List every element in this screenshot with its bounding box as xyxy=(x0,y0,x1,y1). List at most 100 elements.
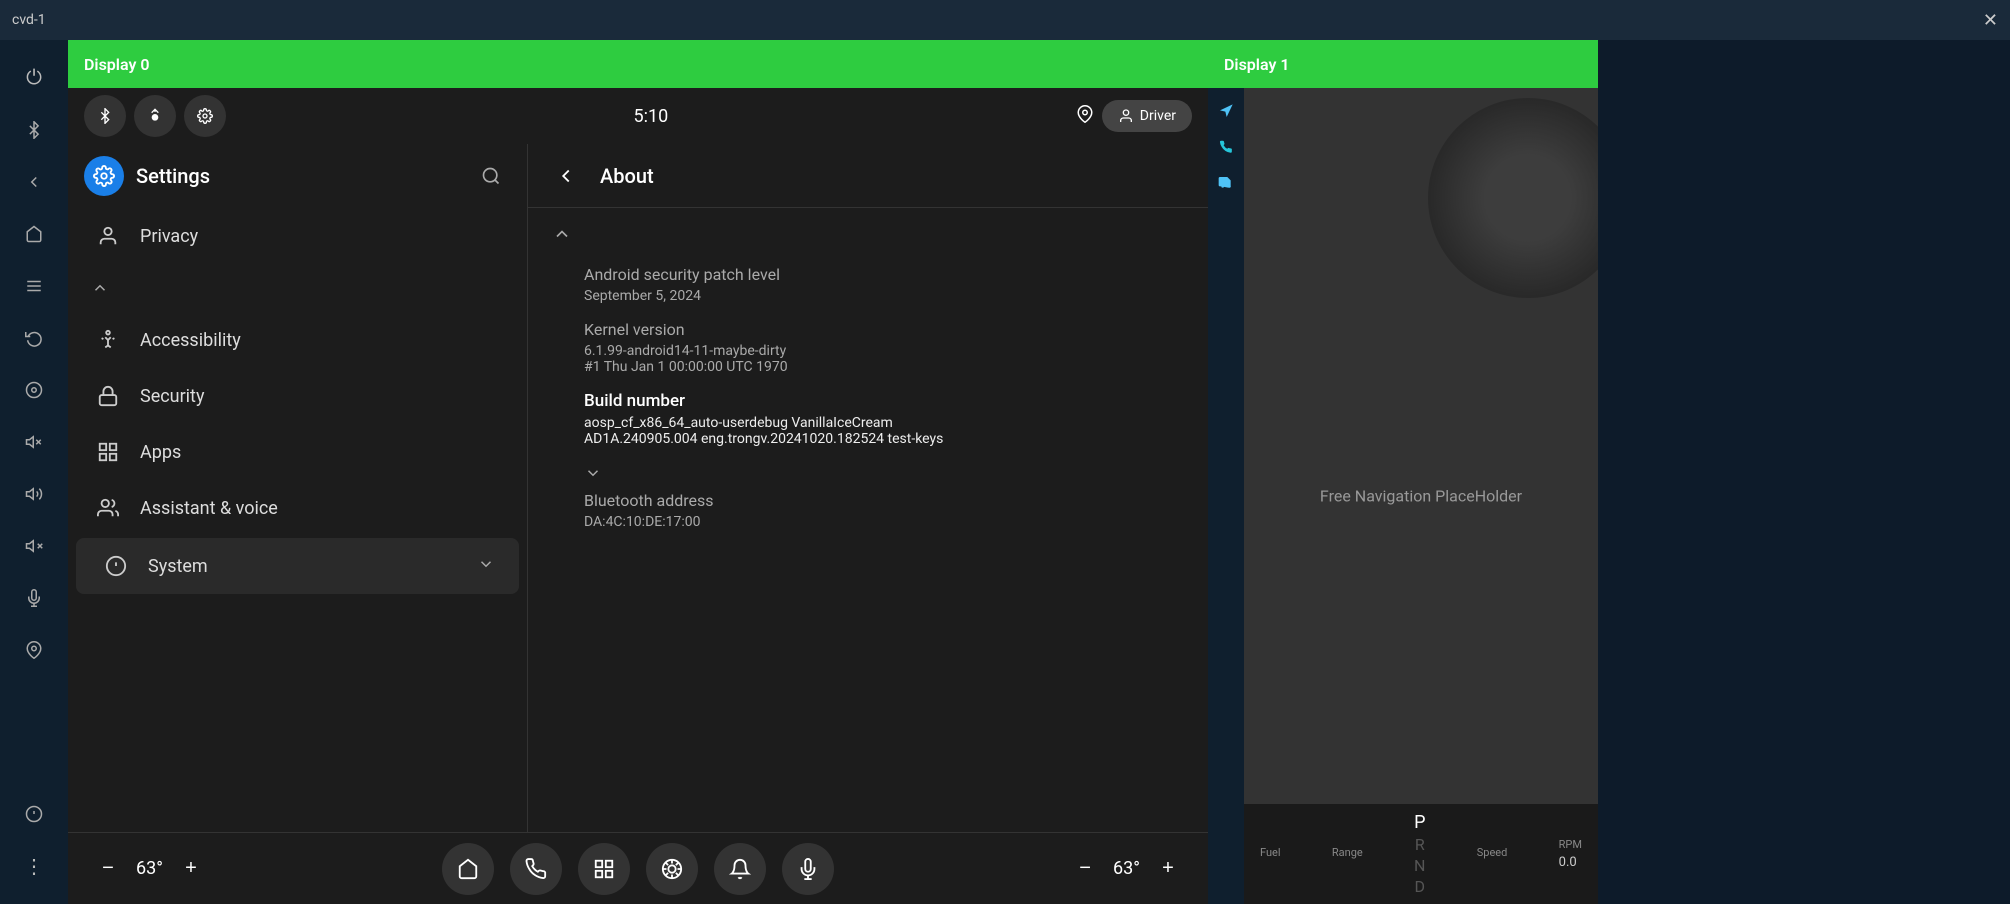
bottom-bar: − 63° + xyxy=(68,832,1208,904)
temp-right-minus-button[interactable]: − xyxy=(1069,853,1101,885)
bell-action-button[interactable] xyxy=(714,843,766,895)
home-action-button[interactable] xyxy=(442,843,494,895)
range-gauge: Range xyxy=(1332,846,1363,863)
settings-status-button[interactable] xyxy=(184,95,226,137)
privacy-icon xyxy=(92,220,124,252)
about-item-security-patch: Android security patch level September 5… xyxy=(584,265,1184,304)
gear-p: P xyxy=(1414,812,1425,833)
apps-icon xyxy=(92,436,124,468)
nav-icon[interactable] xyxy=(1211,96,1241,126)
bottom-actions xyxy=(442,843,834,895)
temp-left-minus-button[interactable]: − xyxy=(92,853,124,885)
gauge-panel: Fuel Range P R N D Speed xyxy=(1244,804,1598,904)
display1-header: Display 1 xyxy=(1208,40,1598,88)
kernel-value: 6.1.99-android14-11-maybe-dirty#1 Thu Ja… xyxy=(584,343,1184,375)
settings-sidebar: Settings Pr xyxy=(68,144,528,832)
info-button[interactable] xyxy=(12,792,56,836)
display1-panel: Display 1 xyxy=(1208,40,1598,904)
rpm-gauge: RPM 0.0 xyxy=(1559,838,1582,870)
window-title: cvd-1 xyxy=(12,12,46,28)
back-button[interactable] xyxy=(12,160,56,204)
search-button[interactable] xyxy=(471,156,511,196)
settings-item-security[interactable]: Security xyxy=(68,368,527,424)
status-time: 5:10 xyxy=(234,106,1068,127)
mic-action-button[interactable] xyxy=(782,843,834,895)
about-section-toggle[interactable] xyxy=(552,224,1184,249)
temp-left-value: 63° xyxy=(136,858,163,879)
volume-up-button[interactable] xyxy=(12,472,56,516)
assistant-icon xyxy=(92,492,124,524)
security-patch-value: September 5, 2024 xyxy=(584,288,1184,304)
about-content: Android security patch level September 5… xyxy=(528,208,1208,832)
temp-left-control: − 63° + xyxy=(92,853,207,885)
settings-item-privacy[interactable]: Privacy xyxy=(68,208,527,264)
close-button[interactable]: ✕ xyxy=(1983,10,1998,31)
settings-item-apps[interactable]: Apps xyxy=(68,424,527,480)
section-collapse-header[interactable] xyxy=(68,264,527,312)
display0-header: Display 0 xyxy=(68,40,1208,88)
main-layout: ⏻ xyxy=(0,40,2010,904)
phone-action-button[interactable] xyxy=(510,843,562,895)
volume-down-button[interactable] xyxy=(12,420,56,464)
home-strip-button[interactable] xyxy=(12,212,56,256)
status-bar: 5:10 Driver xyxy=(68,88,1208,144)
fuel-gauge: Fuel xyxy=(1260,846,1281,863)
location-icon xyxy=(1076,105,1094,128)
about-item-bluetooth: Bluetooth address DA:4C:10:DE:17:00 xyxy=(584,463,1184,530)
driver-button[interactable]: Driver xyxy=(1102,100,1192,132)
section-chevron-up-icon xyxy=(552,224,572,249)
gear-n: N xyxy=(1414,856,1425,875)
grid-action-button[interactable] xyxy=(578,843,630,895)
accessibility-label: Accessibility xyxy=(140,330,241,351)
gear-indicator: P R N D xyxy=(1414,812,1425,896)
collapse-icon[interactable] xyxy=(84,272,116,304)
bluetooth-addr-value: DA:4C:10:DE:17:00 xyxy=(584,514,1184,530)
build-label: Build number xyxy=(584,391,1184,411)
about-item-kernel: Kernel version 6.1.99-android14-11-maybe… xyxy=(584,320,1184,375)
fuel-label: Fuel xyxy=(1260,846,1281,859)
apps-label: Apps xyxy=(140,442,181,463)
about-item-build[interactable]: Build number aosp_cf_x86_64_auto-userdeb… xyxy=(584,391,1184,447)
settings-item-system[interactable]: System xyxy=(76,538,519,594)
content-area: Settings Pr xyxy=(68,144,1208,832)
back-button[interactable] xyxy=(548,158,584,194)
menu-button[interactable] xyxy=(12,264,56,308)
build-value: aosp_cf_x86_64_auto-userdebug VanillaIce… xyxy=(584,415,1184,447)
display0-panel: Display 0 5:10 xyxy=(68,40,1208,904)
phone-d1-icon[interactable] xyxy=(1211,132,1241,162)
system-expand-icon[interactable] xyxy=(477,555,495,577)
settings-item-assistant[interactable]: Assistant & voice xyxy=(68,480,527,536)
car-d1-icon[interactable] xyxy=(1211,168,1241,198)
range-label: Range xyxy=(1332,846,1363,859)
mute-button[interactable] xyxy=(12,524,56,568)
display1-icon-strip xyxy=(1208,88,1244,904)
power-button[interactable]: ⏻ xyxy=(12,56,56,100)
speed-label: Speed xyxy=(1477,846,1508,859)
bluetooth-section-chevron-icon xyxy=(584,463,602,487)
security-patch-label: Android security patch level xyxy=(584,265,1184,284)
about-header: About xyxy=(528,144,1208,208)
bluetooth-button[interactable] xyxy=(12,108,56,152)
rpm-label: RPM xyxy=(1559,838,1582,851)
security-label: Security xyxy=(140,386,204,407)
icon-strip: ⏻ xyxy=(0,40,68,904)
bluetooth-status-button[interactable] xyxy=(84,95,126,137)
speed-gauge: Speed xyxy=(1477,846,1508,863)
mic-button[interactable] xyxy=(12,576,56,620)
gear-r: R xyxy=(1415,835,1425,854)
system-icon xyxy=(100,550,132,582)
more-button[interactable]: ⋮ xyxy=(12,844,56,888)
recent-button[interactable] xyxy=(12,316,56,360)
temp-right-plus-button[interactable]: + xyxy=(1152,853,1184,885)
location-strip-button[interactable] xyxy=(12,628,56,672)
signal-status-button[interactable] xyxy=(134,95,176,137)
fan-action-button[interactable] xyxy=(646,843,698,895)
display1-label: Display 1 xyxy=(1224,55,1290,74)
temp-left-plus-button[interactable]: + xyxy=(175,853,207,885)
radio-button[interactable] xyxy=(12,368,56,412)
settings-header: Settings xyxy=(68,144,527,208)
assistant-label: Assistant & voice xyxy=(140,498,278,519)
settings-item-accessibility[interactable]: Accessibility xyxy=(68,312,527,368)
display1-inner: Free Navigation PlaceHolder Fuel Range P… xyxy=(1208,88,1598,904)
about-title: About xyxy=(600,164,654,188)
